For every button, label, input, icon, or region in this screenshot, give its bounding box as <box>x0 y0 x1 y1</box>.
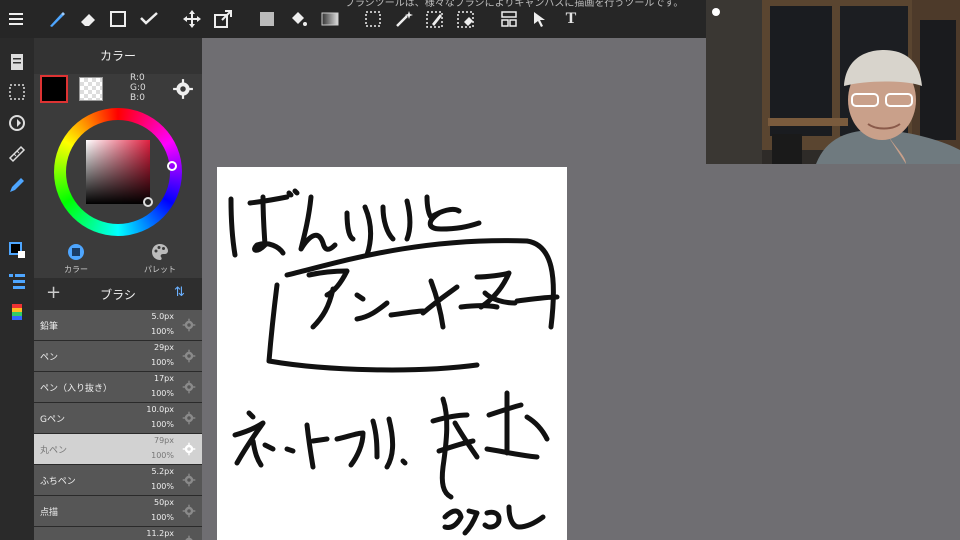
color-swap-icon[interactable] <box>5 238 29 262</box>
layers-icon[interactable] <box>5 269 29 293</box>
brush-opacity: 100% <box>151 420 174 429</box>
brush-name: 鉛筆 <box>40 322 59 332</box>
brush-size: 50px <box>154 498 174 507</box>
sv-handle[interactable] <box>143 197 153 207</box>
brush-item[interactable]: 点描 50px 100% <box>34 496 202 527</box>
brush-opacity: 100% <box>151 451 174 460</box>
layer-move-icon[interactable] <box>497 7 521 31</box>
tab-palette-label: パレット <box>144 265 176 274</box>
sort-brushes-button[interactable]: ⇅ <box>174 285 185 300</box>
brush-opacity: 100% <box>151 389 174 398</box>
top-toolbar: ブラシツールは、様々なブラシによりキャンバスに描画を行うツールです。 T <box>0 0 706 38</box>
background-color-swatch[interactable] <box>79 77 103 101</box>
rgb-g-value: G:0 <box>130 83 146 93</box>
saturation-value-square[interactable] <box>86 140 150 204</box>
ruler-icon[interactable] <box>5 142 29 166</box>
gear-icon[interactable] <box>182 380 196 394</box>
brush-name: Gペン <box>40 415 65 425</box>
brush-icon[interactable] <box>45 7 69 31</box>
handwriting-strokes <box>228 188 560 536</box>
medibang-app: ブラシツールは、様々なブラシによりキャンバスに描画を行うツールです。 T カラー… <box>0 0 960 540</box>
gear-icon[interactable] <box>182 411 196 425</box>
hue-wheel[interactable] <box>54 108 182 236</box>
brush-name: ペン <box>40 353 59 363</box>
magic-wand-icon[interactable] <box>392 7 416 31</box>
select-rect-icon[interactable] <box>361 7 385 31</box>
brush-size: 11.2px <box>146 529 174 538</box>
tab-color-label: カラー <box>64 265 88 274</box>
brush-opacity: 100% <box>151 358 174 367</box>
palette-strip-icon[interactable] <box>5 300 29 324</box>
hue-handle[interactable] <box>167 161 177 171</box>
brush-opacity: 100% <box>151 513 174 522</box>
menu-icon[interactable] <box>4 7 28 31</box>
brush-item[interactable]: ペン 29px 100% <box>34 341 202 372</box>
selection-icon[interactable] <box>5 80 29 104</box>
color-circle-icon <box>68 244 84 260</box>
brush-item[interactable]: 丸ペン 79px 100% <box>34 434 202 465</box>
shape-icon[interactable] <box>106 7 130 31</box>
pointer-icon[interactable] <box>528 7 552 31</box>
brush-name: 点描 <box>40 508 59 518</box>
tab-palette[interactable]: パレット <box>130 242 190 275</box>
tab-color[interactable]: カラー <box>46 242 106 275</box>
rgb-readout: R:0 G:0 B:0 <box>130 73 146 103</box>
eraser-icon[interactable] <box>76 7 100 31</box>
gear-icon[interactable] <box>172 78 194 100</box>
drawing-canvas[interactable] <box>217 167 567 540</box>
rotate-icon[interactable] <box>5 111 29 135</box>
foreground-color-swatch[interactable] <box>40 75 68 103</box>
gear-icon[interactable] <box>182 349 196 363</box>
brush-size: 5.0px <box>151 312 174 321</box>
select-eraser-icon[interactable] <box>454 7 478 31</box>
gear-icon[interactable] <box>182 318 196 332</box>
brush-item[interactable]: 11.2px <box>34 527 202 540</box>
brush-name: ペン（入り抜き） <box>40 384 113 394</box>
gear-icon[interactable] <box>182 473 196 487</box>
check-icon[interactable] <box>137 7 161 31</box>
brush-item[interactable]: Gペン 10.0px 100% <box>34 403 202 434</box>
brush-size: 10.0px <box>146 405 174 414</box>
brush-name: 丸ペン <box>40 446 68 456</box>
gear-icon[interactable] <box>182 535 196 540</box>
transform-icon[interactable] <box>211 7 235 31</box>
brush-size: 17px <box>154 374 174 383</box>
brush-size: 5.2px <box>151 467 174 476</box>
brush-size: 29px <box>154 343 174 352</box>
webcam-feed <box>706 0 960 164</box>
text-icon[interactable]: T <box>559 7 583 31</box>
move-icon[interactable] <box>180 7 204 31</box>
fill-color-icon[interactable] <box>255 7 279 31</box>
brush-item[interactable]: ペン（入り抜き） 17px 100% <box>34 372 202 403</box>
brush-panel-header: + ブラシ ⇅ <box>34 278 202 310</box>
webcam-person-image <box>706 0 960 164</box>
brush-item[interactable]: 鉛筆 5.0px 100% <box>34 310 202 341</box>
brush-size: 79px <box>154 436 174 445</box>
color-panel: カラー R:0 G:0 B:0 カラー パレット <box>34 38 202 278</box>
color-panel-title: カラー <box>34 38 202 74</box>
palette-icon <box>152 244 168 260</box>
pen-tool-icon[interactable] <box>5 173 29 197</box>
gear-icon[interactable] <box>182 442 196 456</box>
bucket-icon[interactable] <box>286 7 310 31</box>
gradient-icon[interactable] <box>318 7 342 31</box>
brush-opacity: 100% <box>151 327 174 336</box>
brush-opacity: 100% <box>151 482 174 491</box>
gear-icon[interactable] <box>182 504 196 518</box>
left-icon-rail <box>0 38 34 540</box>
brush-list: 鉛筆 5.0px 100% ペン 29px 100% ペン（入り抜き） 17px 100% Gペン… <box>34 310 202 540</box>
rgb-b-value: B:0 <box>130 93 145 103</box>
select-pen-icon[interactable] <box>423 7 447 31</box>
pages-icon[interactable] <box>5 50 29 74</box>
brush-name: ふちペン <box>40 477 76 487</box>
rgb-r-value: R:0 <box>130 73 145 83</box>
brush-item[interactable]: ふちペン 5.2px 100% <box>34 465 202 496</box>
